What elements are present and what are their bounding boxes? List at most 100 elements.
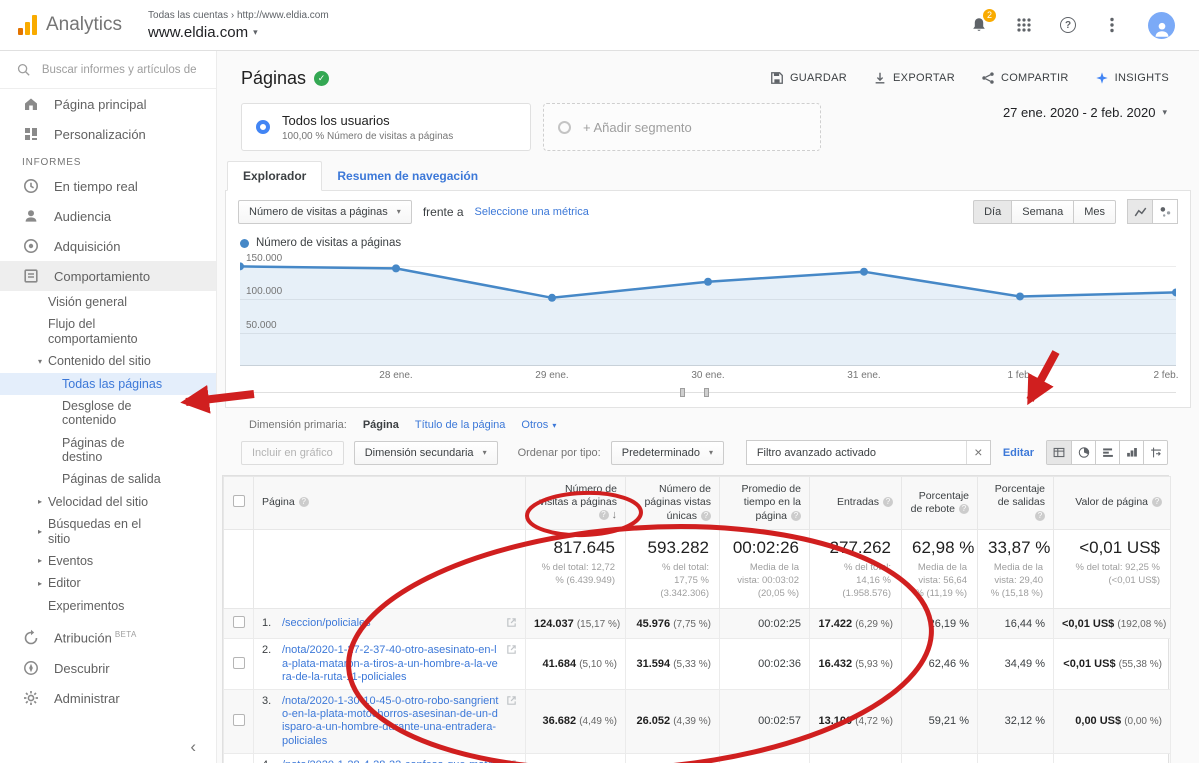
plot-rows-button[interactable]: Incluir en gráfico xyxy=(241,441,344,465)
page-link[interactable]: /nota/2020-1-30-10-45-0-otro-robo-sangri… xyxy=(282,695,500,748)
pages-table: Página? Número de visitas a páginas?↓ Nú… xyxy=(222,475,1169,763)
column-header-exit-rate[interactable]: Porcentaje de salidas? xyxy=(978,477,1054,530)
help-icon: ? xyxy=(883,497,893,507)
sidebar-item-events[interactable]: ▸Eventos xyxy=(0,550,216,572)
pivot-view-button[interactable] xyxy=(1143,441,1167,464)
sidebar-item-acquisition[interactable]: Adquisición xyxy=(0,231,216,261)
sidebar-item-audience[interactable]: Audiencia xyxy=(0,201,216,231)
segment-all-users-card[interactable]: Todos los usuarios 100,00 % Número de vi… xyxy=(241,103,531,151)
row-checkbox[interactable] xyxy=(233,657,245,669)
apps-grid-icon xyxy=(1015,16,1033,34)
select-all-checkbox[interactable] xyxy=(233,495,245,507)
line-chart-toggle[interactable] xyxy=(1127,199,1153,224)
more-options-button[interactable] xyxy=(1103,16,1121,34)
help-button[interactable]: ? xyxy=(1060,17,1076,33)
sidebar-item-behavior-flow[interactable]: Flujo del comportamiento xyxy=(0,313,216,350)
versus-label: frente a xyxy=(423,205,464,219)
page-link[interactable]: /nota/2020-1-28-4-28-32-confeso-que-mato… xyxy=(282,759,500,763)
help-icon: ? xyxy=(599,510,609,520)
performance-view-button[interactable] xyxy=(1095,441,1119,464)
sidebar-item-admin[interactable]: Administrar xyxy=(0,683,216,713)
sidebar-item-customization[interactable]: Personalización xyxy=(0,119,216,149)
external-link-icon[interactable] xyxy=(506,759,517,763)
row-checkbox[interactable] xyxy=(233,714,245,726)
acquisition-icon xyxy=(22,237,40,255)
sidebar-item-experiments[interactable]: Experimentos xyxy=(0,595,216,617)
edit-filter-link[interactable]: Editar xyxy=(1003,447,1034,459)
select-metric-link[interactable]: Seleccione una métrica xyxy=(475,206,589,218)
row-checkbox[interactable] xyxy=(233,616,245,628)
sidebar-item-site-search[interactable]: ▸Búsquedas en el sitio xyxy=(0,513,216,550)
tab-resumen-navegacion[interactable]: Resumen de navegación xyxy=(322,162,493,190)
sidebar-search[interactable] xyxy=(0,51,216,89)
sidebar-item-home[interactable]: Página principal xyxy=(0,89,216,119)
y-tick: 50.000 xyxy=(246,320,277,333)
secondary-dimension-button[interactable]: Dimensión secundaria ▾ xyxy=(354,441,498,465)
column-header-page[interactable]: Página? xyxy=(254,477,526,530)
sidebar-item-discover[interactable]: Descubrir xyxy=(0,653,216,683)
apps-grid-button[interactable] xyxy=(1015,16,1033,34)
sidebar-collapse-button[interactable]: ‹ xyxy=(186,737,200,757)
search-input[interactable] xyxy=(42,64,200,76)
percentage-view-button[interactable] xyxy=(1071,441,1095,464)
data-view-button[interactable] xyxy=(1047,441,1071,464)
sidebar-item-all-pages[interactable]: Todas las páginas xyxy=(0,373,216,395)
column-header-unique-pageviews[interactable]: Número de páginas vistas únicas? xyxy=(626,477,720,530)
metric-selector[interactable]: Número de visitas a páginas ▾ xyxy=(238,200,412,224)
tab-explorador[interactable]: Explorador xyxy=(227,161,322,191)
granularity-month-button[interactable]: Mes xyxy=(1073,200,1116,224)
dimension-page-title[interactable]: Título de la página xyxy=(415,419,506,431)
sidebar-item-attribution[interactable]: AtribuciónBETA xyxy=(0,623,216,653)
insights-button[interactable]: INSIGHTS xyxy=(1095,71,1169,85)
external-link-icon[interactable] xyxy=(506,695,517,706)
comparison-view-button[interactable] xyxy=(1119,441,1143,464)
date-range-selector[interactable]: 27 ene. 2020 - 2 feb. 2020 ▾ xyxy=(1003,105,1167,120)
remove-filter-icon[interactable]: × xyxy=(966,441,990,464)
line-chart-icon xyxy=(1133,205,1148,219)
timeline-scrubber[interactable] xyxy=(240,392,1176,401)
sidebar-item-behavior[interactable]: Comportamiento xyxy=(0,261,216,291)
share-button[interactable]: COMPARTIR xyxy=(981,71,1069,85)
beta-badge: BETA xyxy=(115,630,137,639)
add-segment-button[interactable]: + Añadir segmento xyxy=(543,103,821,151)
column-header-bounce-rate[interactable]: Porcentaje de rebote? xyxy=(902,477,978,530)
scrubber-handle[interactable] xyxy=(704,388,709,397)
sidebar-item-realtime[interactable]: En tiempo real xyxy=(0,171,216,201)
sidebar-item-publisher[interactable]: ▸Editor xyxy=(0,572,216,594)
external-link-icon[interactable] xyxy=(506,617,517,628)
total-unique-pageviews: 593.282 xyxy=(636,538,709,558)
scrubber-handle[interactable] xyxy=(680,388,685,397)
main-content: Páginas ✓ GUARDAR EXPORTAR COMPARTIR INS… xyxy=(217,51,1199,763)
export-button[interactable]: EXPORTAR xyxy=(873,71,955,85)
help-icon: ? xyxy=(791,511,801,521)
sort-type-button[interactable]: Predeterminado ▾ xyxy=(611,441,724,465)
sidebar-item-landing-pages[interactable]: Páginas de destino xyxy=(0,432,216,469)
granularity-week-button[interactable]: Semana xyxy=(1011,200,1074,224)
chart-legend: Número de visitas a páginas xyxy=(226,232,1190,251)
page-link[interactable]: /seccion/policiales xyxy=(282,617,500,630)
column-header-page-value[interactable]: Valor de página? xyxy=(1054,477,1171,530)
granularity-day-button[interactable]: Día xyxy=(973,200,1012,224)
save-button[interactable]: GUARDAR xyxy=(770,71,847,85)
sidebar-item-overview[interactable]: Visión general xyxy=(0,291,216,313)
page-link[interactable]: /nota/2020-1-27-2-37-40-otro-asesinato-e… xyxy=(282,644,500,684)
sidebar-item-site-speed[interactable]: ▸Velocidad del sitio xyxy=(0,491,216,513)
column-header-avg-time[interactable]: Promedio de tiempo en la página? xyxy=(720,477,810,530)
column-header-pageviews[interactable]: Número de visitas a páginas?↓ xyxy=(526,477,626,530)
sidebar-item-site-content[interactable]: ▾Contenido del sitio xyxy=(0,350,216,372)
account-switcher[interactable]: Todas las cuentas › http://www.eldia.com… xyxy=(148,10,329,41)
advanced-filter-chip[interactable]: Filtro avanzado activado × xyxy=(746,440,991,465)
dimension-others[interactable]: Otros ▾ xyxy=(521,419,556,431)
analytics-logo[interactable]: Analytics xyxy=(0,15,122,35)
dimension-page[interactable]: Página xyxy=(363,419,399,431)
chevron-down-icon: ▾ xyxy=(552,421,556,430)
sidebar-item-exit-pages[interactable]: Páginas de salida xyxy=(0,468,216,490)
help-icon: ? xyxy=(1152,497,1162,507)
external-link-icon[interactable] xyxy=(506,644,517,655)
column-header-entrances[interactable]: Entradas? xyxy=(810,477,902,530)
sidebar-item-content-drilldown[interactable]: Desglose de contenido xyxy=(0,395,216,432)
notifications-button[interactable]: 2 xyxy=(970,16,988,34)
x-axis-labels: 28 ene. 29 ene. 30 ene. 31 ene. 1 feb. 2… xyxy=(240,370,1176,384)
avatar[interactable] xyxy=(1148,12,1175,39)
motion-chart-toggle[interactable] xyxy=(1152,199,1178,224)
